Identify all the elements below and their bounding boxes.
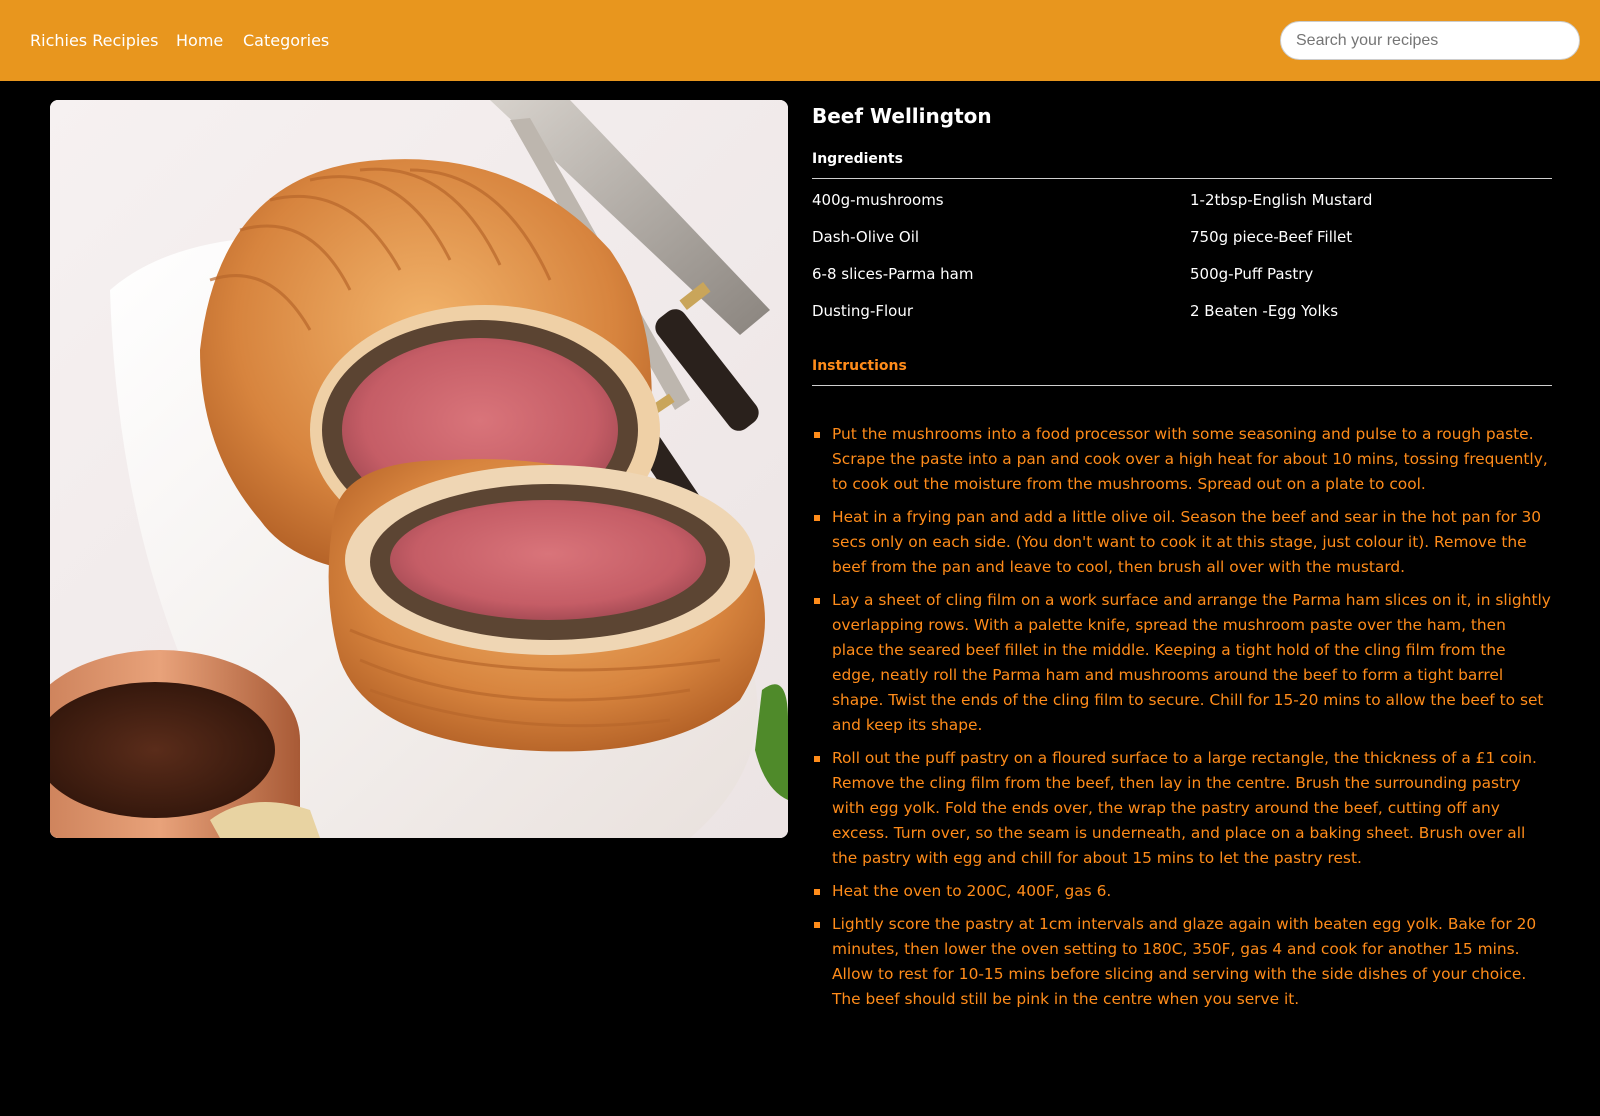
ingredient-item: 750g piece-Beef Fillet	[1190, 228, 1353, 246]
square-bullet-icon	[814, 598, 820, 604]
ingredient-item: 2 Beaten -Egg Yolks	[1190, 302, 1339, 320]
instruction-step: Heat the oven to 200C, 400F, gas 6.	[812, 879, 1552, 904]
ingredient-item: 500g-Puff Pastry	[1190, 265, 1314, 283]
instruction-step: Lightly score the pastry at 1cm interval…	[812, 912, 1552, 1012]
instructions-heading: Instructions	[812, 358, 907, 374]
instruction-text: Put the mushrooms into a food processor …	[832, 425, 1548, 493]
ingredient-item: Dash-Olive Oil	[812, 228, 920, 246]
instruction-text: Heat the oven to 200C, 400F, gas 6.	[832, 882, 1112, 900]
navbar: Richies Recipies Home Categories	[0, 0, 1600, 81]
recipe-title: Beef Wellington	[812, 104, 992, 128]
square-bullet-icon	[814, 515, 820, 521]
ingredient-item: 6-8 slices-Parma ham	[812, 265, 974, 283]
instruction-text: Heat in a frying pan and add a little ol…	[832, 508, 1542, 576]
instructions-divider	[812, 385, 1552, 386]
recipe-photo	[50, 100, 788, 838]
brand-link[interactable]: Richies Recipies	[30, 31, 158, 51]
instructions-list: Put the mushrooms into a food processor …	[812, 422, 1552, 1020]
ingredients-heading: Ingredients	[812, 151, 903, 167]
ingredient-item: 400g-mushrooms	[812, 191, 944, 209]
square-bullet-icon	[814, 756, 820, 762]
ingredients-divider	[812, 178, 1552, 179]
instruction-text: Lay a sheet of cling film on a work surf…	[832, 591, 1551, 734]
square-bullet-icon	[814, 922, 820, 928]
instruction-step: Put the mushrooms into a food processor …	[812, 422, 1552, 497]
search-input[interactable]	[1280, 21, 1580, 60]
instruction-text: Lightly score the pastry at 1cm interval…	[832, 915, 1537, 1008]
square-bullet-icon	[814, 432, 820, 438]
instruction-text: Roll out the puff pastry on a floured su…	[832, 749, 1537, 867]
square-bullet-icon	[814, 889, 820, 895]
instruction-step: Lay a sheet of cling film on a work surf…	[812, 588, 1552, 738]
ingredient-item: Dusting-Flour	[812, 302, 914, 320]
nav-link-home[interactable]: Home	[176, 31, 223, 51]
ingredient-item: 1-2tbsp-English Mustard	[1190, 191, 1373, 209]
instruction-step: Roll out the puff pastry on a floured su…	[812, 746, 1552, 871]
nav-link-categories[interactable]: Categories	[243, 31, 329, 51]
instruction-step: Heat in a frying pan and add a little ol…	[812, 505, 1552, 580]
